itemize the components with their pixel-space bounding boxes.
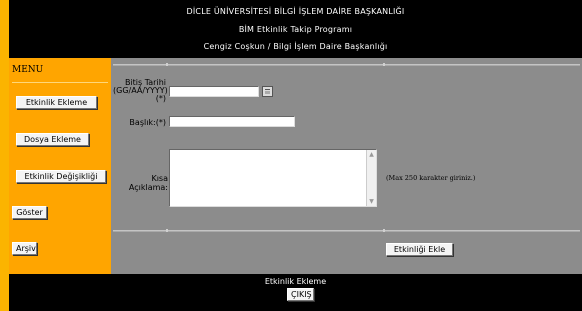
logout-button[interactable]: ÇIKIŞ — [287, 288, 314, 301]
scroll-up-icon[interactable]: ▲ — [367, 150, 376, 159]
end-date-input[interactable] — [169, 86, 259, 97]
app-title: BİM Etkinlik Takip Programı — [238, 25, 353, 34]
scroll-down-icon[interactable]: ▼ — [367, 197, 376, 206]
institution-title: DİCLE ÜNİVERSİTESİ BİLGİ İŞLEM DAİRE BAŞ… — [186, 7, 405, 16]
sidebar-item-etkinlik-ekleme[interactable]: Etkinlik Ekleme — [16, 96, 97, 109]
description-textarea[interactable]: ▲ ▼ — [169, 149, 377, 207]
sidebar-menu: MENU Etkinlik Ekleme Dosya Ekleme Etkinl… — [9, 58, 111, 274]
title-label: Başlık:(*) — [129, 118, 166, 127]
sidebar-item-arsiv[interactable]: Arşiv — [12, 242, 37, 255]
top-divider — [113, 63, 580, 66]
submit-event-button[interactable]: Etkinliği Ekle — [386, 243, 453, 256]
title-input[interactable] — [169, 116, 295, 127]
page-header: DİCLE ÜNİVERSİTESİ BİLGİ İŞLEM DAİRE BAŞ… — [9, 0, 582, 58]
end-date-label: Bitiş Tarihi (GG/AA/YYYY) (*) — [113, 78, 168, 103]
description-hint: (Max 250 karakter giriniz.) — [386, 174, 476, 182]
footer-title: Etkinlik Ekleme — [264, 277, 327, 286]
menu-divider — [12, 82, 108, 83]
description-label: Kısa Açıklama: — [128, 174, 168, 192]
sidebar-item-etkinlik-degisikligi[interactable]: Etkinlik Değişikliği — [16, 170, 106, 183]
sidebar-item-goster[interactable]: Göster — [12, 206, 47, 219]
bottom-divider — [113, 229, 580, 232]
page-footer: Etkinlik Ekleme ÇIKIŞ — [9, 274, 582, 311]
form-panel: Bitiş Tarihi (GG/AA/YYYY) (*) Başlık:(*)… — [111, 58, 582, 274]
menu-title: MENU — [12, 65, 44, 75]
calendar-icon[interactable] — [262, 86, 273, 97]
author-line: Cengiz Coşkun / Bilgi İşlem Daire Başkan… — [203, 42, 388, 51]
description-scrollbar[interactable]: ▲ ▼ — [366, 150, 376, 206]
sidebar-item-dosya-ekleme[interactable]: Dosya Ekleme — [16, 133, 89, 146]
